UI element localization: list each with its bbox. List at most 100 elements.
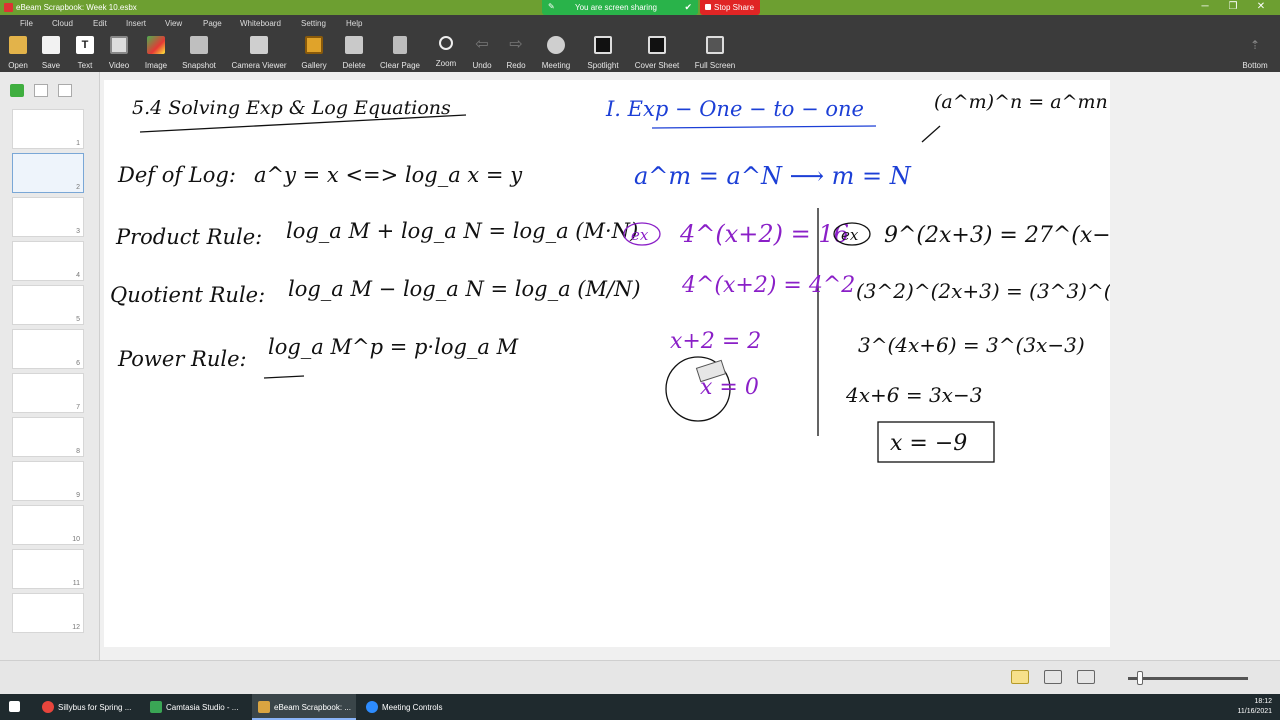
menu-setting[interactable]: Setting <box>301 19 326 28</box>
full-screen-icon <box>706 36 724 54</box>
zoom-slider-thumb[interactable] <box>1137 671 1143 685</box>
ebeam-icon <box>258 701 270 713</box>
menu-page[interactable]: Page <box>203 19 222 28</box>
page-thumb-5[interactable]: 5 <box>12 285 84 325</box>
ex1-line3: x+2 = 2 <box>670 329 761 354</box>
page-view-icon[interactable] <box>1011 670 1029 684</box>
page-thumb-12[interactable]: 12 <box>12 593 84 633</box>
single-view-icon[interactable] <box>1077 670 1095 684</box>
page-thumb-4[interactable]: 4 <box>12 241 84 281</box>
delete-page-icon[interactable] <box>58 84 72 97</box>
screen-sharing-text: You are screen sharing <box>575 3 657 12</box>
clock-time: 18:12 <box>1254 698 1272 705</box>
page-thumb-1[interactable]: 1 <box>12 109 84 149</box>
zoom-slider-track[interactable] <box>1128 677 1248 680</box>
page-thumb-10[interactable]: 10 <box>12 505 84 545</box>
whiteboard-drawing: 5.4 Solving Exp & Log Equations Def of L… <box>110 91 1110 463</box>
ex2-tag: ex <box>841 226 859 244</box>
quotient-label: Quotient Rule: <box>110 283 265 307</box>
zoom-meeting-icon <box>366 701 378 713</box>
ex1-tag: ex <box>631 226 649 244</box>
redo-button[interactable]: ⇨ Redo <box>502 34 530 72</box>
one-to-one-rule: a^m = a^N ⟶ m = N <box>634 162 912 190</box>
right-heading-underline <box>651 125 877 129</box>
trash-icon <box>393 36 407 54</box>
cover-sheet-icon <box>648 36 666 54</box>
page-sidebar: 1 2 3 4 5 6 7 8 9 10 11 12 <box>0 72 100 660</box>
workspace: 1 2 3 4 5 6 7 8 9 10 11 12 5.4 Solving E… <box>0 72 1280 660</box>
check-icon: ✔ <box>684 2 692 12</box>
page-thumb-6[interactable]: 6 <box>12 329 84 369</box>
bottom-button[interactable]: ⇡ Bottom <box>1238 34 1272 72</box>
snapshot-icon <box>190 36 208 54</box>
full-screen-button[interactable]: Full Screen <box>694 34 736 72</box>
cover-sheet-button[interactable]: Cover Sheet <box>632 34 682 72</box>
add-page-icon[interactable] <box>10 84 24 97</box>
system-clock[interactable]: 18:12 11/16/2021 <box>1237 697 1272 717</box>
toolbar: Open Save T Text Video Image Snapshot Ca… <box>0 32 1280 72</box>
start-button[interactable] <box>0 694 30 720</box>
page-thumb-9[interactable]: 9 <box>12 461 84 501</box>
grid-view-icon[interactable] <box>1044 670 1062 684</box>
open-button[interactable]: Open <box>4 34 32 72</box>
whiteboard-canvas[interactable]: 5.4 Solving Exp & Log Equations Def of L… <box>104 80 1110 647</box>
stop-share-label: Stop Share <box>714 3 755 12</box>
delete-button[interactable]: Delete <box>339 34 369 72</box>
zoom-icon <box>439 36 453 50</box>
undo-icon: ⇦ <box>475 36 489 53</box>
gallery-button[interactable]: Gallery <box>299 34 329 72</box>
title-bar: eBeam Scrapbook: Week 10.esbx ✎ You are … <box>0 0 1280 15</box>
image-button[interactable]: Image <box>141 34 171 72</box>
menu-insert[interactable]: Insert <box>126 19 146 28</box>
page-thumb-8[interactable]: 8 <box>12 417 84 457</box>
ex2-line3: 3^(4x+6) = 3^(3x−3) <box>858 333 1085 357</box>
gallery-icon <box>305 36 323 54</box>
ex2-line2: (3^2)^(2x+3) = (3^3)^(x−1) <box>856 279 1110 303</box>
close-icon[interactable]: ✕ <box>1248 1 1274 12</box>
menu-whiteboard[interactable]: Whiteboard <box>240 19 281 28</box>
chrome-icon <box>42 701 54 713</box>
minimize-icon[interactable]: ─ <box>1192 1 1218 12</box>
spotlight-icon <box>594 36 612 54</box>
share-icon: ✎ <box>548 2 555 11</box>
stop-icon <box>705 4 711 10</box>
status-bar <box>0 660 1280 694</box>
taskbar-item-chrome[interactable]: Sillybus for Spring ... <box>36 694 140 720</box>
menu-help[interactable]: Help <box>346 19 362 28</box>
taskbar-item-camtasia[interactable]: Camtasia Studio - ... <box>144 694 248 720</box>
restore-icon[interactable]: ❐ <box>1220 1 1246 12</box>
stop-share-button[interactable]: Stop Share <box>700 0 760 15</box>
meeting-icon <box>547 36 565 54</box>
taskbar-item-ebeam[interactable]: eBeam Scrapbook: ... <box>252 694 356 720</box>
clock-date: 11/16/2021 <box>1237 708 1272 715</box>
camera-viewer-button[interactable]: Camera Viewer <box>228 34 290 72</box>
right-heading: I. Exp − One − to − one <box>605 97 864 121</box>
menu-file[interactable]: File <box>20 19 33 28</box>
meeting-button[interactable]: Meeting <box>538 34 574 72</box>
note-arrow <box>921 125 941 143</box>
save-button[interactable]: Save <box>37 34 65 72</box>
def-label: Def of Log: <box>117 163 236 187</box>
menu-cloud[interactable]: Cloud <box>52 19 73 28</box>
taskbar-item-meeting[interactable]: Meeting Controls <box>360 694 460 720</box>
power-equation: log_a M^p = p·log_a M <box>268 335 519 359</box>
text-button[interactable]: T Text <box>71 34 99 72</box>
video-button[interactable]: Video <box>104 34 134 72</box>
page-thumb-11[interactable]: 11 <box>12 549 84 589</box>
power-label: Power Rule: <box>117 347 247 371</box>
clear-page-button[interactable]: Clear Page <box>378 34 422 72</box>
page-thumb-7[interactable]: 7 <box>12 373 84 413</box>
page-thumb-3[interactable]: 3 <box>12 197 84 237</box>
camtasia-icon <box>150 701 162 713</box>
menu-view[interactable]: View <box>165 19 182 28</box>
zoom-button[interactable]: Zoom <box>432 34 460 72</box>
camera-icon <box>250 36 268 54</box>
duplicate-page-icon[interactable] <box>34 84 48 97</box>
undo-button[interactable]: ⇦ Undo <box>468 34 496 72</box>
arrow-up-icon: ⇡ <box>1249 38 1261 52</box>
spotlight-button[interactable]: Spotlight <box>584 34 622 72</box>
quotient-equation: log_a M − log_a N = log_a (M/N) <box>288 277 641 301</box>
snapshot-button[interactable]: Snapshot <box>180 34 218 72</box>
page-thumb-2[interactable]: 2 <box>12 153 84 193</box>
menu-edit[interactable]: Edit <box>93 19 107 28</box>
